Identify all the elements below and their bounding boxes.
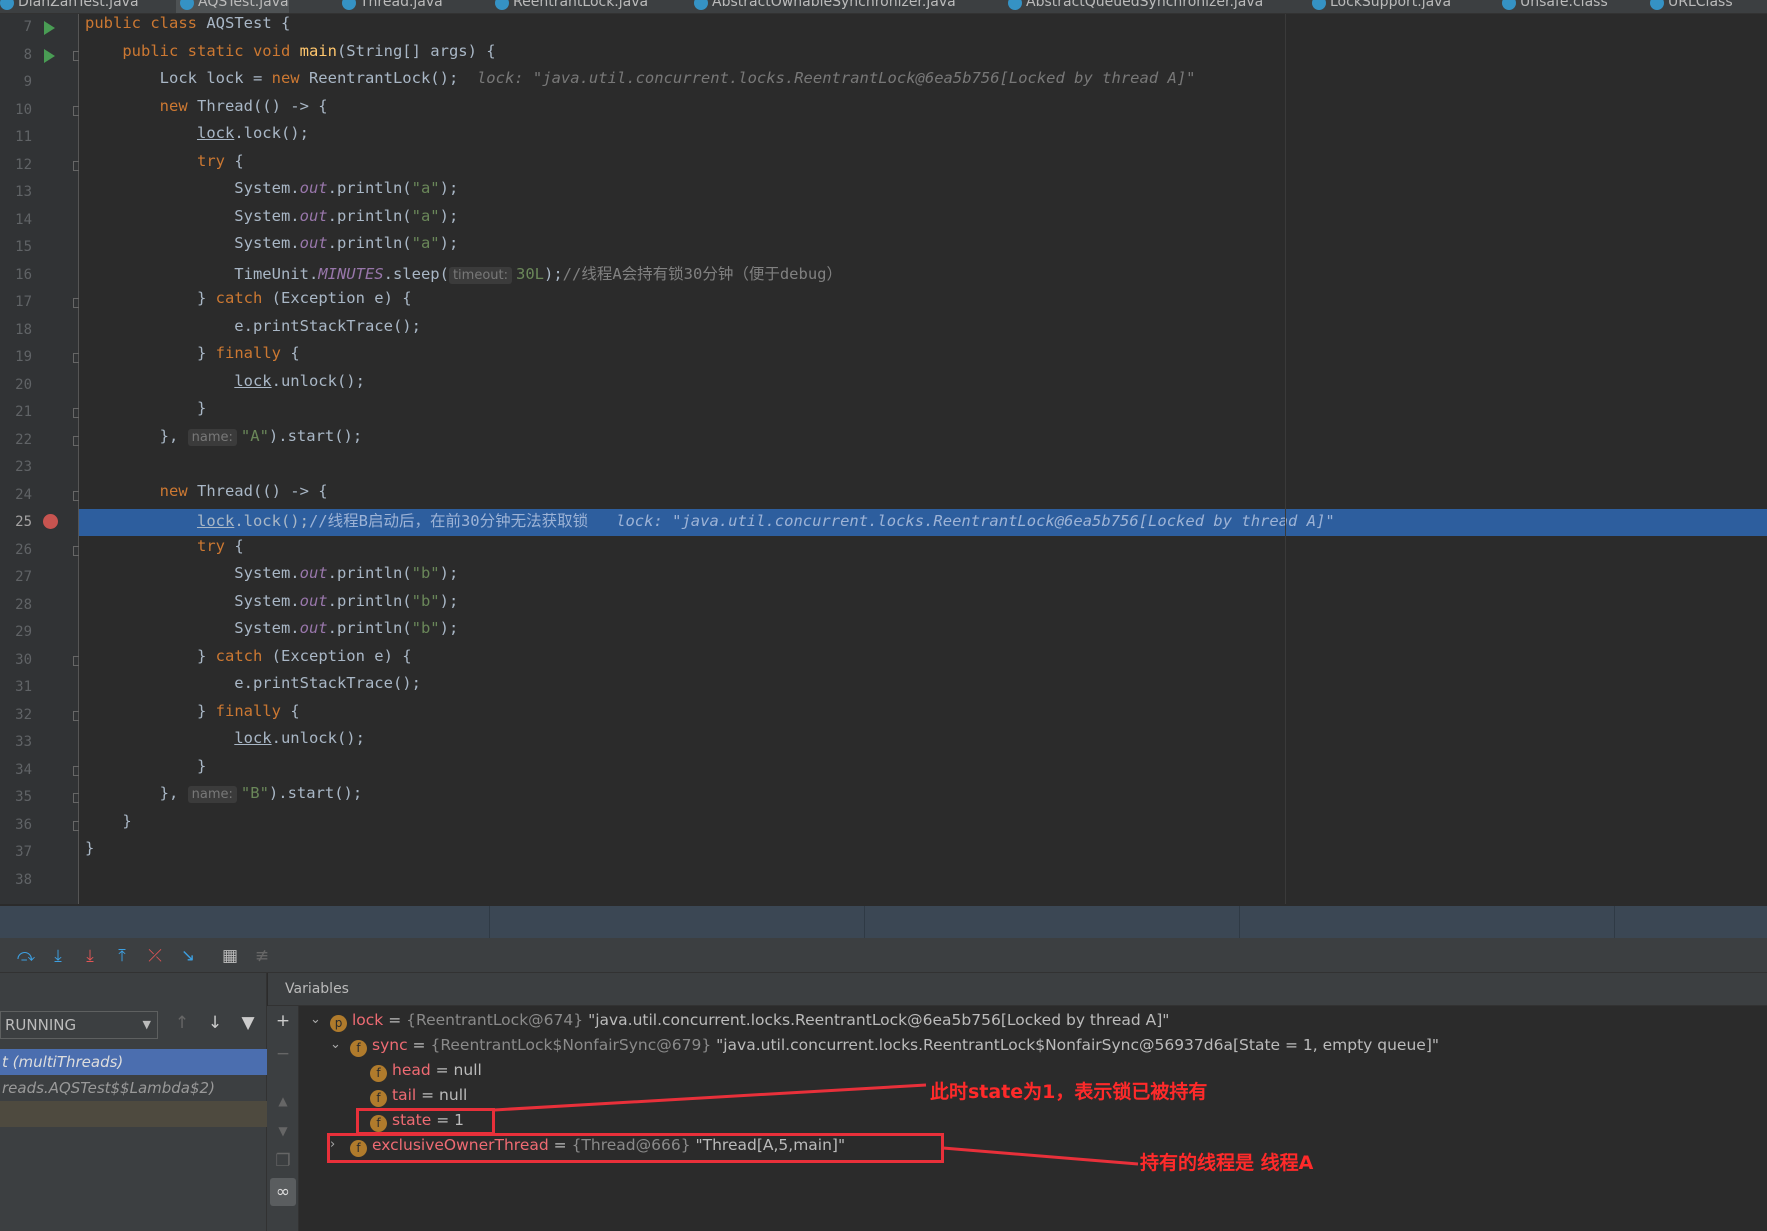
annotation-owner: 持有的线程是 线程A xyxy=(1140,1152,1314,1174)
annotation-line-owner xyxy=(942,1146,1139,1166)
annotation-arrows xyxy=(493,1083,1139,1166)
annotation-line-state xyxy=(493,1083,927,1112)
annotation-state: 此时state为1，表示锁已被持有 xyxy=(930,1081,1208,1103)
